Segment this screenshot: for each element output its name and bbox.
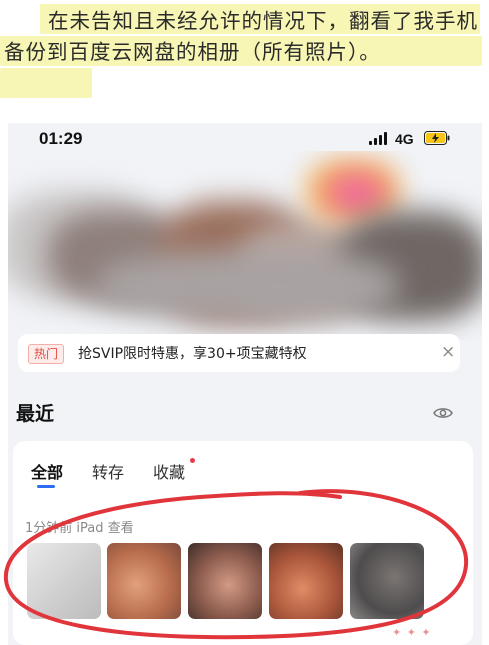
caption-text: 在未告知且未经允许的情况下，翻看了我手机备份到百度云网盘的相册（所有照片）。 (4, 9, 478, 64)
photo-thumbnail[interactable] (269, 543, 343, 619)
tab-all[interactable]: 全部 (31, 459, 63, 483)
recent-card: 全部 转存 收藏 1分钟前 iPad 查看 (13, 441, 473, 645)
recent-meta: 1分钟前 iPad 查看 (25, 521, 134, 536)
new-dot-badge (190, 458, 195, 463)
thumbnail-row (27, 543, 447, 621)
watermark: ✦ ✦ ✦ (392, 626, 432, 639)
photo-thumbnail[interactable] (188, 543, 262, 619)
photo-thumbnail[interactable] (27, 543, 101, 619)
promo-text: 抢SVIP限时特惠，享30+项宝藏特权 (78, 346, 307, 362)
tab-favorites[interactable]: 收藏 (153, 459, 185, 483)
blurred-banner (8, 151, 482, 341)
caption-area: 在未告知且未经允许的情况下，翻看了我手机备份到百度云网盘的相册（所有照片）。 (0, 0, 489, 120)
phone-screenshot: 01:29 4G 热门 抢SVIP限时特惠，享30+项宝藏特权 × 最近 全部 … (8, 123, 482, 645)
photo-thumbnail[interactable] (350, 543, 424, 619)
active-tab-indicator (37, 485, 55, 488)
tab-transfer[interactable]: 转存 (92, 459, 124, 483)
network-type: 4G (395, 131, 414, 147)
eye-icon[interactable] (433, 406, 453, 420)
photo-thumbnail[interactable] (107, 543, 181, 619)
hot-badge: 热门 (28, 344, 65, 364)
signal-icon (369, 132, 389, 145)
close-icon[interactable]: × (441, 342, 455, 362)
recent-title: 最近 (16, 403, 55, 425)
battery-charging-icon (424, 131, 450, 145)
status-time: 01:29 (39, 129, 83, 148)
caption-highlight (0, 68, 92, 98)
promo-banner[interactable]: 热门 抢SVIP限时特惠，享30+项宝藏特权 × (18, 334, 460, 372)
